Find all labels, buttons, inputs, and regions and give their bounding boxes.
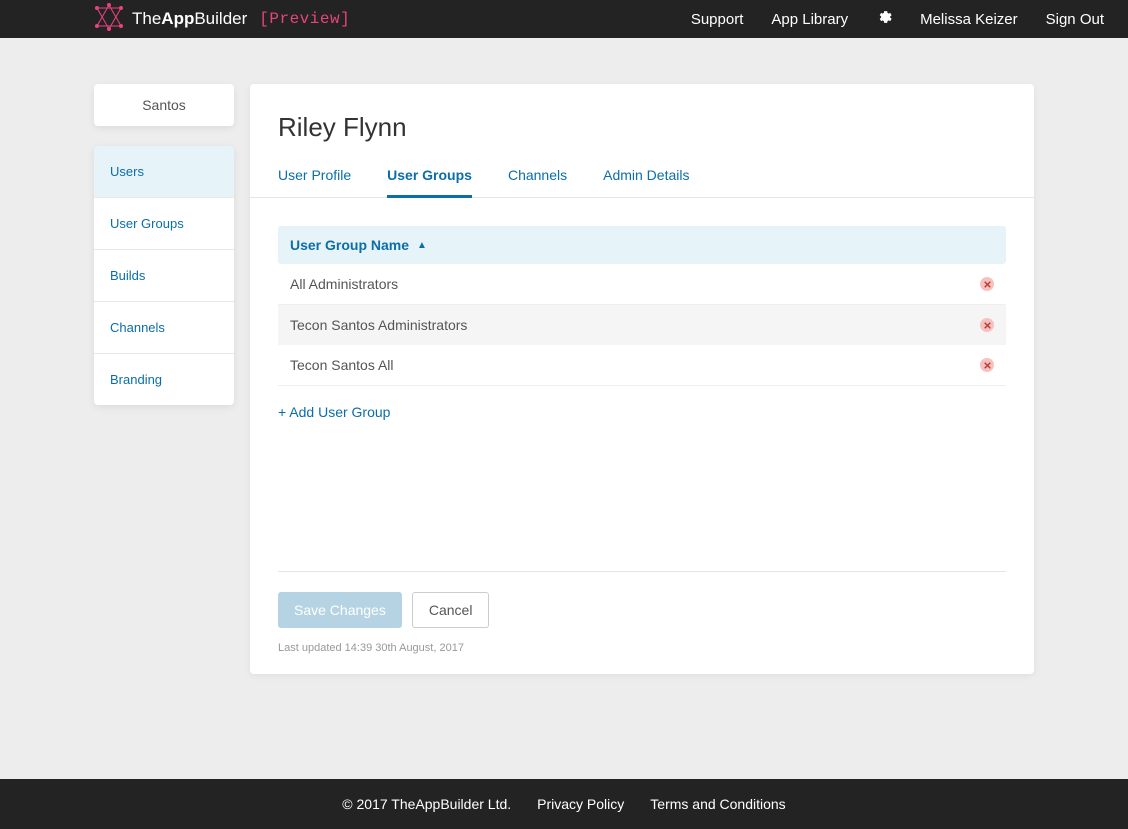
preview-tag: [Preview]	[259, 10, 350, 28]
nav-support[interactable]: Support	[691, 11, 744, 28]
column-title: User Group Name	[290, 237, 409, 253]
action-bar: Save Changes Cancel	[278, 571, 1006, 628]
topbar: TheAppBuilder [Preview] Support App Libr…	[0, 0, 1128, 38]
sidebar-nav: Users User Groups Builds Channels Brandi…	[94, 146, 234, 405]
brand-builder: Builder	[194, 9, 247, 28]
content-card: Riley Flynn User Profile User Groups Cha…	[250, 84, 1034, 674]
nav-app-library[interactable]: App Library	[771, 11, 848, 28]
brand: TheAppBuilder [Preview]	[94, 2, 350, 37]
last-updated: Last updated 14:39 30th August, 2017	[278, 642, 1006, 654]
content-header: Riley Flynn	[250, 84, 1034, 155]
table-row: Tecon Santos All	[278, 345, 1006, 386]
table-row: All Administrators	[278, 264, 1006, 305]
save-button[interactable]: Save Changes	[278, 592, 402, 628]
logo-icon	[94, 2, 124, 37]
table-row: Tecon Santos Administrators	[278, 305, 1006, 345]
nav-sign-out[interactable]: Sign Out	[1046, 11, 1104, 28]
tab-channels[interactable]: Channels	[508, 155, 567, 197]
remove-button[interactable]	[980, 358, 994, 372]
tab-body: User Group Name ▲ All Administrators Tec…	[250, 198, 1034, 674]
tab-admin-details[interactable]: Admin Details	[603, 155, 689, 197]
sidebar-item-builds[interactable]: Builds	[94, 250, 234, 302]
group-name: All Administrators	[290, 276, 398, 292]
footer-privacy[interactable]: Privacy Policy	[537, 796, 624, 812]
tabs: User Profile User Groups Channels Admin …	[250, 155, 1034, 198]
tab-user-groups[interactable]: User Groups	[387, 155, 472, 197]
tab-user-profile[interactable]: User Profile	[278, 155, 351, 197]
footer: © 2017 TheAppBuilder Ltd. Privacy Policy…	[0, 779, 1128, 829]
remove-button[interactable]	[980, 277, 994, 291]
main-container: Santos Users User Groups Builds Channels…	[0, 38, 1128, 704]
sidebar: Santos Users User Groups Builds Channels…	[94, 84, 234, 405]
sidebar-org[interactable]: Santos	[94, 84, 234, 126]
brand-text: TheAppBuilder	[132, 9, 247, 29]
remove-button[interactable]	[980, 318, 994, 332]
brand-app: App	[161, 9, 194, 28]
topbar-nav: Support App Library Melissa Keizer Sign …	[691, 9, 1104, 29]
sidebar-item-user-groups[interactable]: User Groups	[94, 198, 234, 250]
nav-user-name[interactable]: Melissa Keizer	[920, 11, 1018, 28]
sidebar-item-branding[interactable]: Branding	[94, 354, 234, 405]
add-user-group-link[interactable]: + Add User Group	[278, 404, 1006, 420]
table-column-header[interactable]: User Group Name ▲	[278, 226, 1006, 264]
brand-the: The	[132, 9, 161, 28]
group-name: Tecon Santos Administrators	[290, 317, 467, 333]
sort-asc-icon: ▲	[417, 240, 427, 251]
footer-terms[interactable]: Terms and Conditions	[650, 796, 785, 812]
gear-icon[interactable]	[876, 9, 892, 29]
spacer	[278, 420, 1006, 571]
group-name: Tecon Santos All	[290, 357, 394, 373]
page-title: Riley Flynn	[278, 112, 1006, 143]
sidebar-item-channels[interactable]: Channels	[94, 302, 234, 354]
sidebar-item-users[interactable]: Users	[94, 146, 234, 198]
cancel-button[interactable]: Cancel	[412, 592, 490, 628]
footer-copyright: © 2017 TheAppBuilder Ltd.	[342, 796, 511, 812]
